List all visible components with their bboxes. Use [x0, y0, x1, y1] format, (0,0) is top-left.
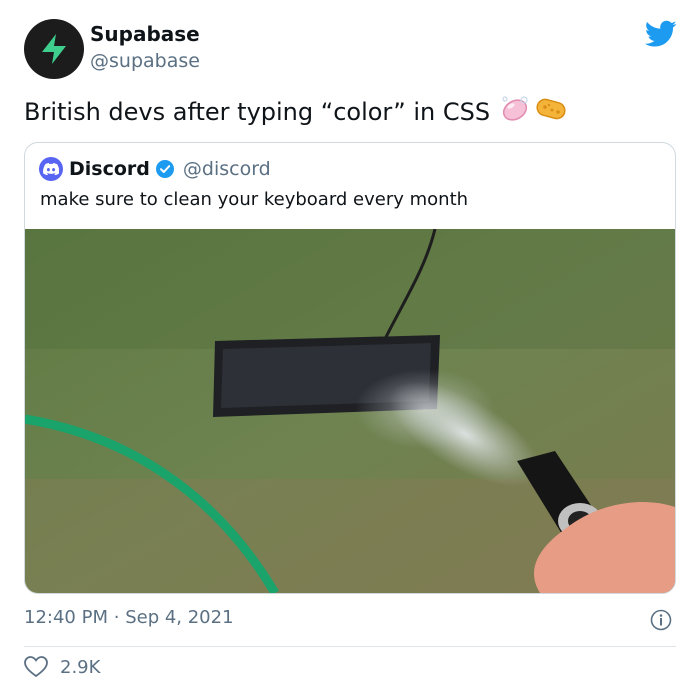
tweet-card: Supabase @supabase British devs after ty… — [0, 0, 700, 698]
quoted-header: Discord @discord — [39, 157, 271, 181]
tweet-date: Sep 4, 2021 — [125, 607, 234, 628]
like-count: 2.9K — [60, 656, 101, 678]
heart-icon — [24, 656, 48, 678]
tweet-time: 12:40 PM — [24, 607, 108, 628]
like-button[interactable]: 2.9K — [24, 656, 100, 678]
divider — [24, 646, 676, 647]
author-handle[interactable]: @supabase — [90, 50, 200, 72]
info-icon[interactable] — [650, 609, 672, 631]
discord-avatar[interactable] — [39, 157, 63, 181]
soap-icon — [500, 94, 530, 130]
twitter-bird-icon[interactable] — [645, 20, 677, 48]
quoted-text: make sure to clean your keyboard every m… — [40, 189, 469, 210]
tweet-text: British devs after typing “color” in CSS — [24, 98, 491, 126]
author-name[interactable]: Supabase — [90, 22, 200, 46]
verified-badge-icon — [155, 160, 174, 178]
supabase-avatar[interactable] — [24, 19, 84, 79]
tweet-text-row: British devs after typing “color” in CSS — [24, 94, 568, 130]
quoted-author-name[interactable]: Discord — [69, 158, 150, 180]
tweet-timestamp[interactable]: 12:40 PM · Sep 4, 2021 — [24, 607, 234, 628]
quoted-tweet[interactable]: Discord @discord make sure to clean your… — [24, 142, 676, 594]
meta-separator: · — [113, 607, 120, 628]
keyboard-hose-photo[interactable] — [25, 229, 675, 593]
discord-logo-icon — [43, 163, 59, 175]
quoted-author-handle[interactable]: @discord — [183, 158, 271, 180]
supabase-logo-icon — [42, 34, 66, 64]
sponge-icon — [534, 94, 568, 130]
